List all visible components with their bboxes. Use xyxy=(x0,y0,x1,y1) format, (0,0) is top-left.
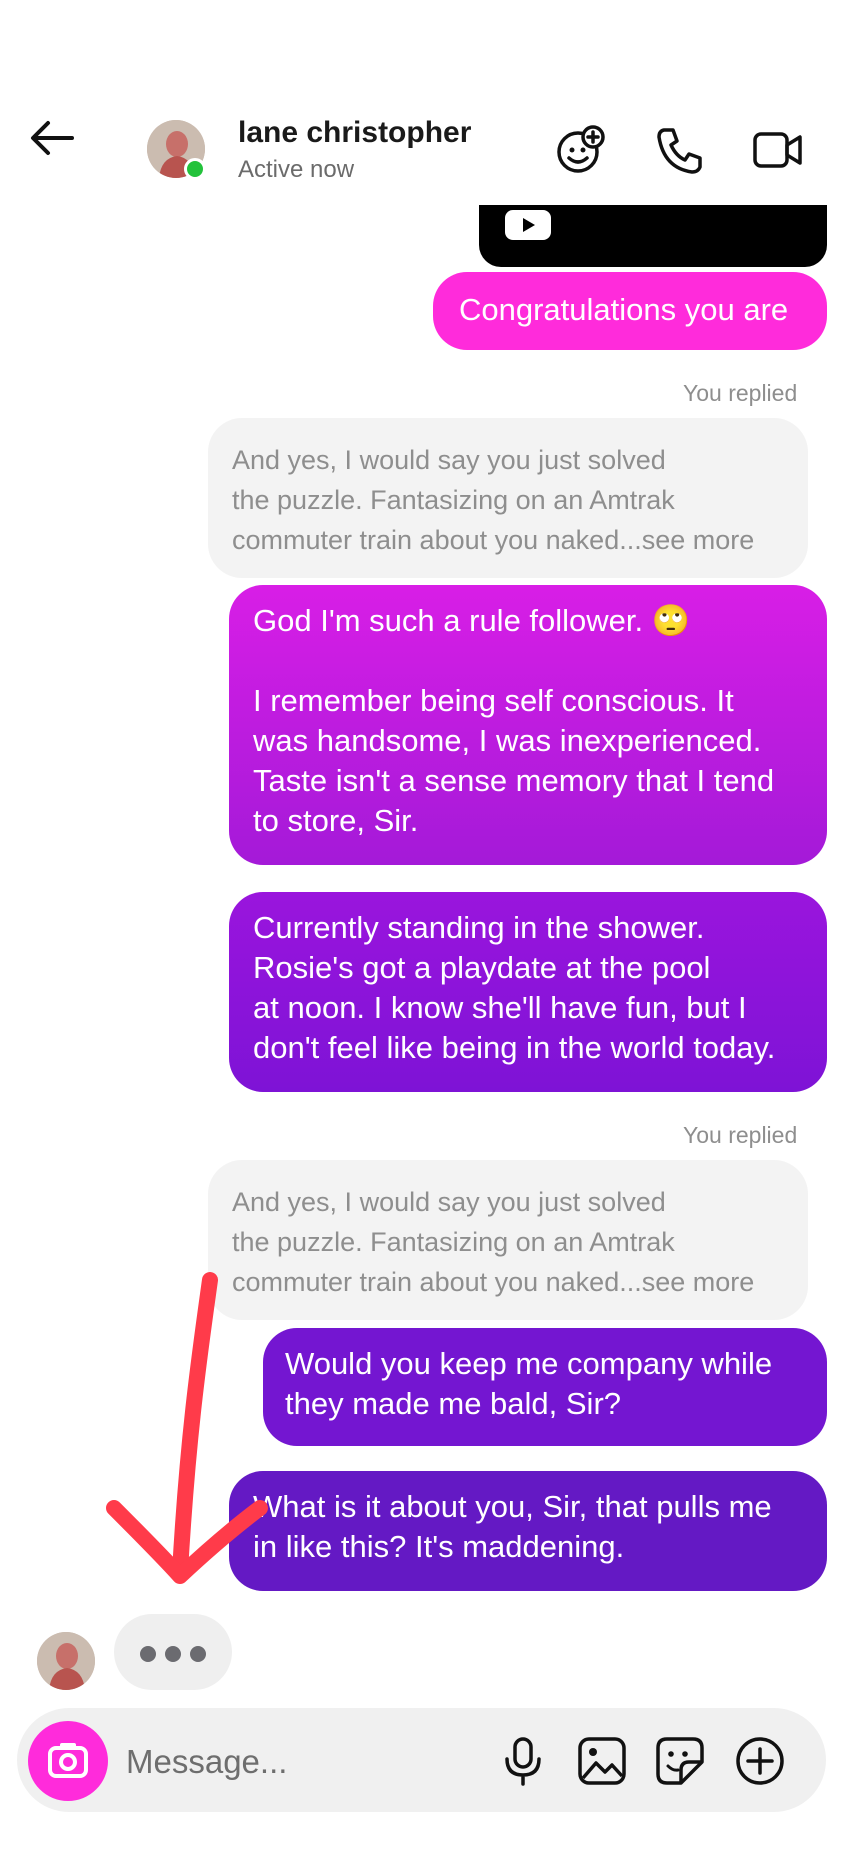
effects-icon[interactable] xyxy=(554,124,606,176)
message-bubble-sent[interactable]: Congratulations you are xyxy=(433,272,827,350)
quoted-reply[interactable]: And yes, I would say you just solved the… xyxy=(208,418,808,578)
typing-indicator xyxy=(114,1614,232,1690)
contact-avatar-small[interactable] xyxy=(37,1632,95,1690)
you-replied-label: You replied xyxy=(683,1122,798,1148)
message-input[interactable] xyxy=(124,1736,488,1788)
phone-icon[interactable] xyxy=(654,124,706,176)
microphone-icon[interactable] xyxy=(496,1734,550,1788)
online-status-dot xyxy=(184,158,206,180)
you-replied-label: You replied xyxy=(683,380,798,406)
camera-icon xyxy=(48,1743,88,1778)
quoted-reply[interactable]: And yes, I would say you just solved the… xyxy=(208,1160,808,1320)
sticker-icon[interactable] xyxy=(653,1734,707,1788)
typing-dot xyxy=(190,1646,206,1662)
contact-name[interactable]: lane christopher xyxy=(238,116,471,150)
typing-dot xyxy=(165,1646,181,1662)
play-icon[interactable] xyxy=(505,210,551,240)
back-arrow-icon[interactable] xyxy=(28,118,76,158)
message-bubble-sent[interactable]: God I'm such a rule follower. 🙄 I rememb… xyxy=(229,585,827,865)
message-bubble-sent[interactable]: Currently standing in the shower. Rosie'… xyxy=(229,892,827,1092)
active-status: Active now xyxy=(238,156,355,183)
message-bubble-sent[interactable]: What is it about you, Sir, that pulls me… xyxy=(229,1471,827,1591)
camera-button[interactable] xyxy=(28,1721,108,1801)
gallery-icon[interactable] xyxy=(575,1734,629,1788)
video-camera-icon[interactable] xyxy=(752,124,804,176)
message-bubble-sent[interactable]: Would you keep me company while they mad… xyxy=(263,1328,827,1446)
plus-icon[interactable] xyxy=(733,1734,787,1788)
annotation-arrow xyxy=(106,1272,268,1584)
typing-dot xyxy=(140,1646,156,1662)
